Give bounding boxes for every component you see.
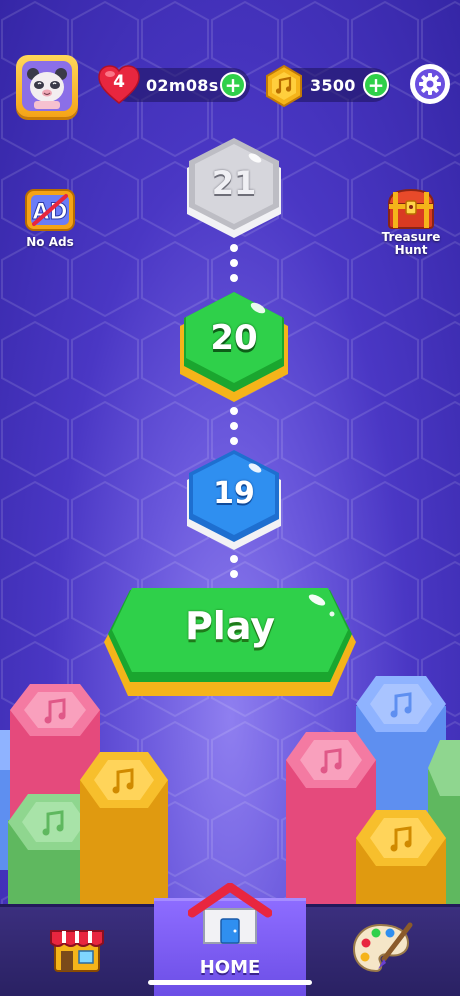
- treasure-hunt-label-line2: Hunt: [394, 243, 428, 257]
- path-dot: [230, 422, 238, 430]
- shop-icon: [50, 930, 104, 972]
- level-node-completed[interactable]: 19: [181, 446, 287, 556]
- gear-icon: [415, 69, 445, 99]
- home-label: HOME: [199, 957, 261, 978]
- settings-button[interactable]: [410, 64, 450, 104]
- path-dot: [230, 244, 238, 252]
- treasure-hunt-button[interactable]: Treasure Hunt: [374, 186, 448, 257]
- paint-palette-icon: [352, 922, 413, 973]
- add-coins-button[interactable]: +: [363, 72, 389, 98]
- play-label: Play: [184, 604, 276, 648]
- treasure-chest-icon: [387, 188, 435, 229]
- no-ads-icon: AD: [25, 189, 75, 231]
- tab-paint[interactable]: [306, 904, 460, 996]
- no-ads-label: No Ads: [26, 235, 74, 249]
- no-ads-button[interactable]: AD No Ads: [16, 186, 84, 252]
- decorative-tile-stacks: [0, 676, 460, 906]
- lives-count: 4: [113, 72, 125, 92]
- home-icon: [188, 883, 272, 944]
- home-indicator-bar: [148, 980, 312, 985]
- path-dot: [230, 259, 238, 267]
- add-lives-button[interactable]: +: [220, 72, 246, 98]
- yellow-stack-right: [356, 810, 446, 906]
- lives-timer: 02m08s: [146, 75, 219, 95]
- level-node-locked[interactable]: 21: [181, 134, 287, 244]
- path-dot: [230, 437, 238, 445]
- path-dot: [230, 274, 238, 282]
- level-node-current[interactable]: 20: [176, 286, 292, 406]
- path-dot: [230, 555, 238, 563]
- music-coin-icon: [266, 64, 302, 108]
- path-dot: [230, 570, 238, 578]
- panda-avatar-icon: [22, 61, 72, 111]
- coin-balance: 3500: [310, 75, 356, 95]
- path-dot: [230, 407, 238, 415]
- level-number: 20: [210, 318, 258, 358]
- yellow-stack: [80, 752, 168, 906]
- tab-shop[interactable]: [0, 904, 154, 996]
- level-number: 21: [211, 164, 257, 202]
- level-number: 19: [213, 476, 255, 511]
- player-avatar[interactable]: [16, 55, 78, 117]
